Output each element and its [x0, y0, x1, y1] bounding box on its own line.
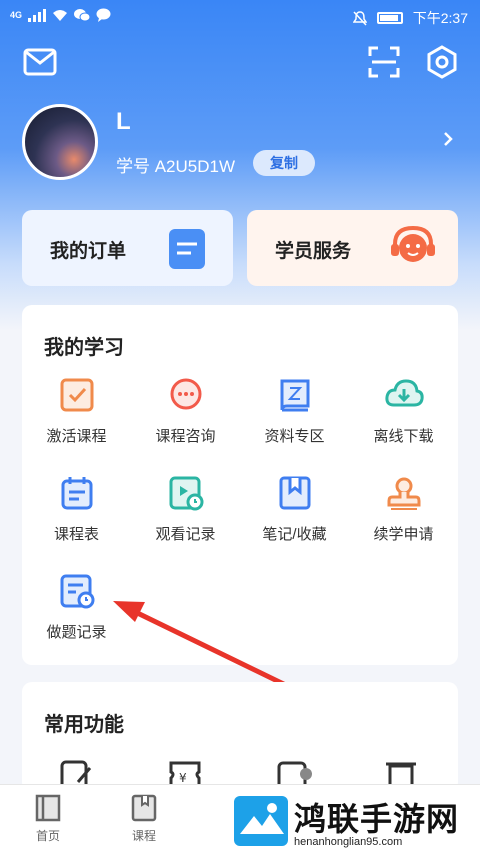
watermark-url: henanhonglian95.com — [294, 836, 403, 848]
home-book-icon — [35, 794, 61, 822]
status-bar: 4G 下午2:37 — [0, 0, 480, 34]
student-service-card[interactable]: 学员服务 — [247, 210, 458, 286]
chevron-right-icon[interactable] — [440, 131, 456, 147]
watermark: 鸿联手游网 henanhonglian95.com — [230, 790, 480, 853]
settings-icon[interactable] — [424, 44, 460, 80]
renewal-apply-label: 续学申请 — [373, 526, 434, 543]
schedule-label: 课程表 — [53, 526, 99, 543]
tab-courses-label: 课程 — [131, 829, 156, 843]
message-icon — [96, 8, 111, 22]
book-icon — [280, 379, 309, 412]
avatar[interactable] — [22, 104, 98, 180]
mail-icon[interactable] — [22, 44, 58, 80]
wifi-icon — [53, 9, 68, 21]
offline-download-item[interactable]: 离线下载 — [349, 377, 458, 446]
headset-support-icon — [391, 225, 435, 262]
course-consult-item[interactable]: 课程咨询 — [131, 377, 240, 446]
mute-bell-icon — [352, 10, 367, 26]
tab-courses[interactable]: 课程 — [114, 793, 174, 844]
activate-course-item[interactable]: 激活课程 — [22, 377, 131, 446]
schedule-item[interactable]: 课程表 — [22, 475, 131, 544]
my-orders-card[interactable]: 我的订单 — [22, 210, 233, 286]
courses-icon — [131, 794, 157, 822]
student-id: 学号 A2U5D1W — [116, 157, 236, 176]
notes-favorites-label: 笔记/收藏 — [262, 526, 327, 543]
signal-icon — [28, 8, 47, 22]
scan-icon[interactable] — [366, 44, 402, 80]
watch-history-label: 观看记录 — [155, 526, 216, 543]
chat-bubble-icon — [170, 378, 201, 410]
cloud-download-icon — [384, 379, 424, 407]
student-service-label: 学员服务 — [275, 241, 352, 262]
materials-label: 资料专区 — [264, 428, 325, 445]
activate-course-label: 激活课程 — [46, 428, 107, 445]
common-functions-section: 常用功能 ¥ — [22, 682, 458, 792]
order-list-icon — [169, 229, 205, 269]
user-name: L — [116, 108, 131, 135]
watch-history-item[interactable]: 观看记录 — [131, 475, 240, 544]
network-type: 4G — [10, 10, 23, 20]
check-box-icon — [60, 378, 93, 412]
battery-icon — [376, 12, 403, 24]
clock: 下午2:37 — [412, 10, 468, 26]
offline-download-label: 离线下载 — [373, 428, 434, 445]
stamp-icon — [387, 477, 420, 510]
common-functions-title: 常用功能 — [44, 714, 124, 736]
materials-item[interactable]: 资料专区 — [240, 377, 349, 446]
tab-home[interactable]: 首页 — [18, 793, 78, 844]
svg-text:¥: ¥ — [179, 771, 187, 785]
bookmark-icon — [279, 476, 310, 510]
quiz-history-icon — [60, 574, 94, 609]
my-orders-label: 我的订单 — [50, 241, 127, 262]
course-consult-label: 课程咨询 — [155, 428, 216, 445]
calendar-icon — [61, 477, 92, 510]
watermark-text: 鸿联手游网 — [294, 800, 460, 838]
my-study-title: 我的学习 — [44, 337, 124, 359]
video-history-icon — [169, 476, 203, 511]
tab-home-label: 首页 — [35, 829, 60, 843]
watermark-logo-icon — [234, 796, 288, 846]
wechat-icon — [74, 9, 91, 22]
notes-favorites-item[interactable]: 笔记/收藏 — [240, 475, 349, 544]
renewal-apply-item[interactable]: 续学申请 — [349, 475, 458, 544]
copy-button[interactable]: 复制 — [253, 150, 315, 176]
